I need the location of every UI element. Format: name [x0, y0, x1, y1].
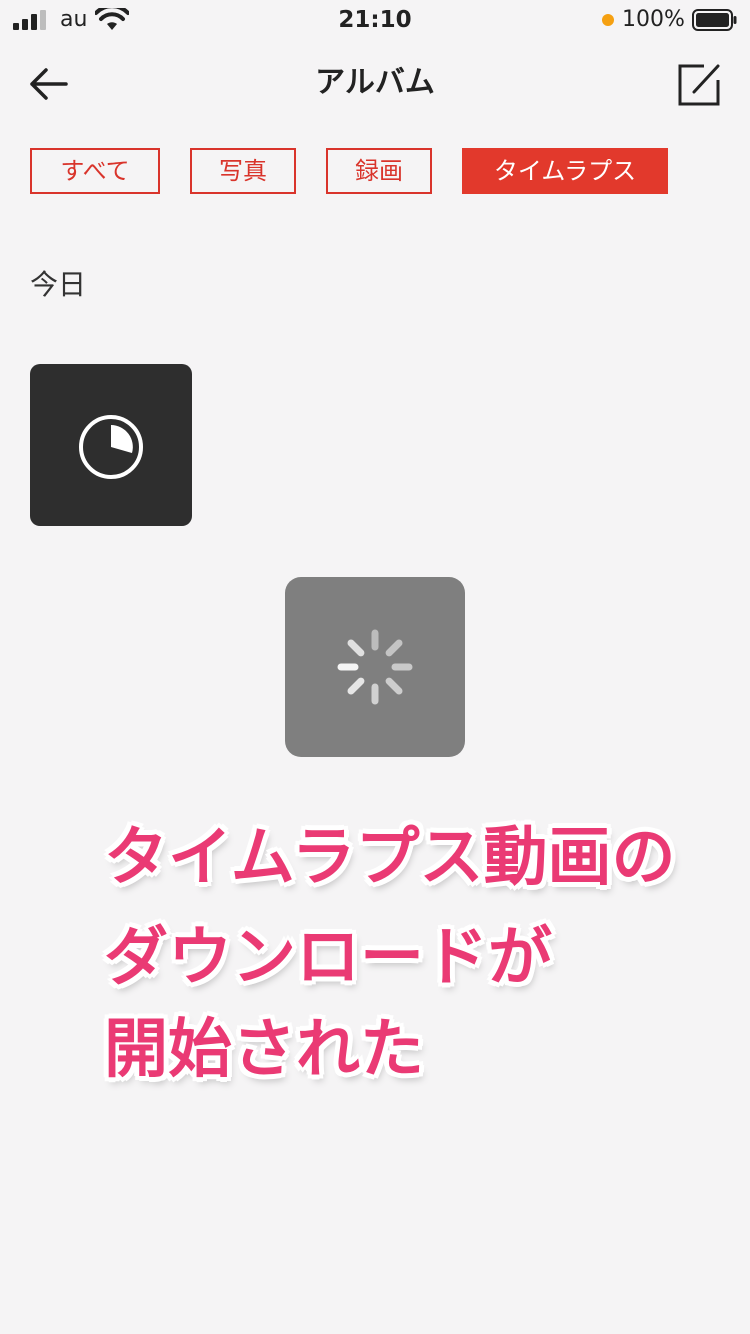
edit-icon[interactable] — [674, 60, 724, 110]
privacy-indicator-dot — [602, 14, 614, 26]
section-date-header: 今日 — [30, 268, 87, 301]
navigation-bar: アルバム — [0, 50, 750, 116]
timelapse-thumbnail[interactable] — [30, 364, 192, 526]
tab-recordings[interactable]: 録画 — [326, 148, 432, 194]
loading-indicator — [285, 577, 465, 757]
status-bar: au 21:10 100% — [0, 0, 750, 40]
page-title: アルバム — [315, 65, 435, 100]
timelapse-clock-icon — [79, 415, 143, 479]
caption-line-1: タイムラプス動画の — [104, 821, 676, 895]
battery-icon — [692, 9, 737, 31]
spinner-icon — [337, 629, 413, 705]
battery-percent: 100% — [622, 7, 685, 32]
caption-line-2: ダウンロードが — [104, 921, 552, 995]
caption-line-3: 開始された — [104, 1013, 424, 1087]
tab-all[interactable]: すべて — [30, 148, 160, 194]
tab-timelapse[interactable]: タイムラプス — [462, 148, 668, 194]
tab-photos[interactable]: 写真 — [190, 148, 296, 194]
